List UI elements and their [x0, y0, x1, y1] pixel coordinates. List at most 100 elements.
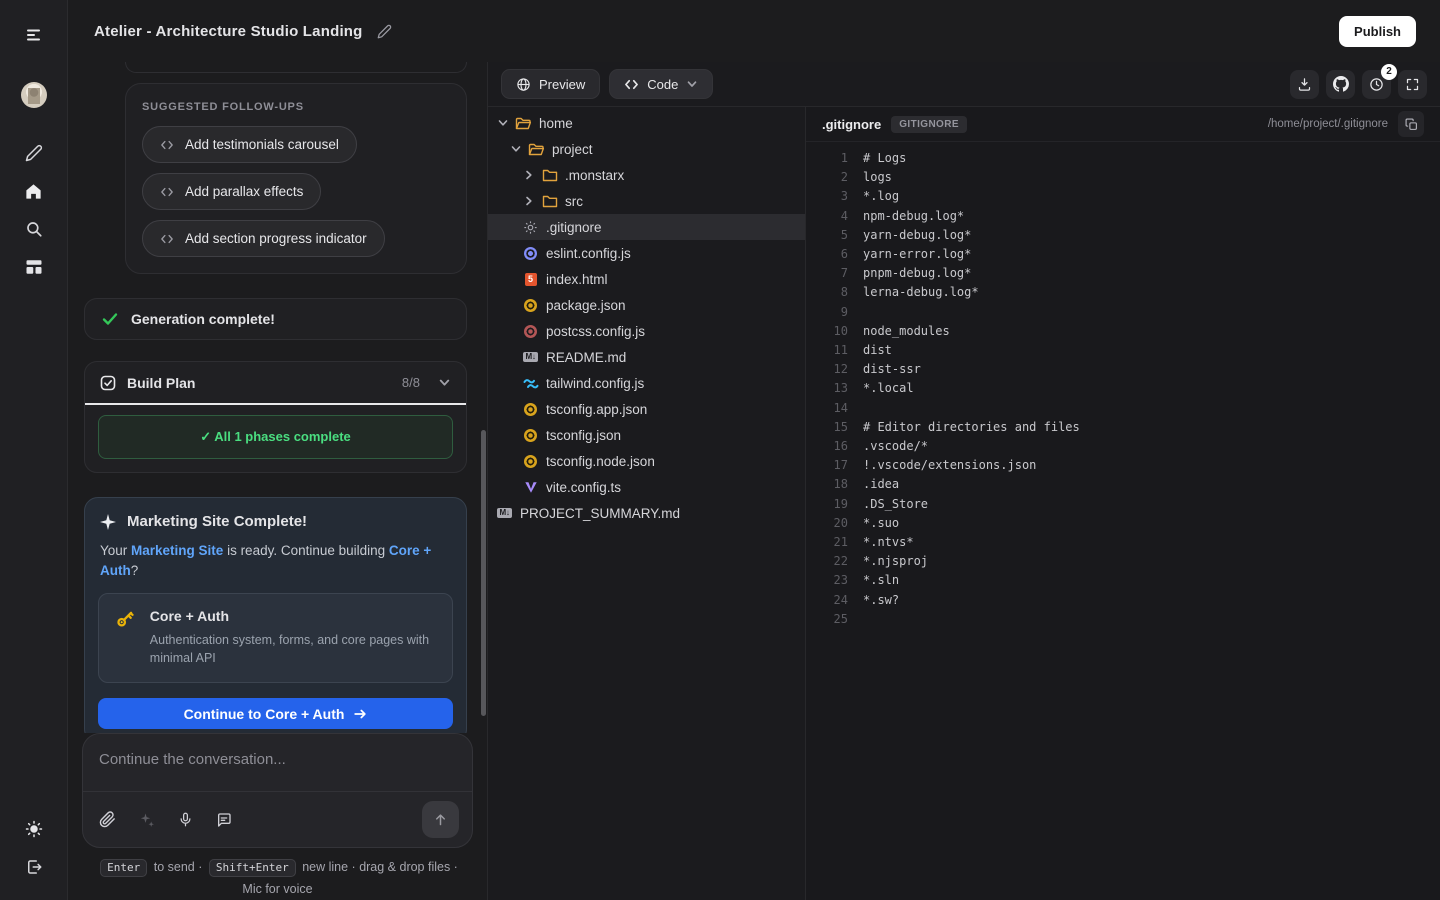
marketing-complete-title: Marketing Site Complete! [127, 513, 307, 530]
attach-file-button[interactable] [99, 811, 116, 828]
chat-scrollbar[interactable] [481, 430, 486, 716]
feedback-button[interactable] [216, 812, 232, 828]
marketing-site-link[interactable]: Marketing Site [131, 543, 223, 558]
next-phase-card[interactable]: Core + Auth Authentication system, forms… [98, 593, 453, 683]
code-line: 23*.sln [806, 571, 1440, 590]
markdown-icon: M↓ [523, 352, 537, 362]
github-button[interactable] [1326, 70, 1355, 99]
continue-phase-button[interactable]: Continue to Core + Auth [98, 698, 453, 729]
tree-item-tsconfig-json[interactable]: tsconfig.json [488, 422, 805, 448]
clock-icon [1369, 77, 1384, 92]
next-phase-description: Authentication system, forms, and core p… [150, 631, 437, 667]
workspace-toolbar: Preview Code [488, 62, 1440, 107]
rail-item-search[interactable] [14, 210, 54, 248]
line-content: node_modules [848, 322, 950, 341]
line-content: *.log [848, 187, 899, 206]
tree-item-index-html[interactable]: 5index.html [488, 266, 805, 292]
line-content [848, 303, 863, 322]
publish-button[interactable]: Publish [1339, 16, 1416, 47]
tree-item-label: project [552, 142, 593, 157]
generation-complete-text: Generation complete! [131, 311, 275, 327]
tree-item-readme-md[interactable]: M↓README.md [488, 344, 805, 370]
line-content: .vscode/* [848, 437, 928, 456]
tree-item-label: PROJECT_SUMMARY.md [520, 506, 680, 521]
tree-item-tailwind-config-js[interactable]: tailwind.config.js [488, 370, 805, 396]
code-line: 9 [806, 303, 1440, 322]
suggested-followup-label: Add section progress indicator [185, 231, 367, 246]
user-avatar[interactable] [21, 82, 47, 108]
tab-preview[interactable]: Preview [501, 69, 600, 99]
left-rail [0, 0, 68, 900]
code-line: 14 [806, 399, 1440, 418]
chat-panel: SUGGESTED FOLLOW-UPS Add testimonials ca… [68, 62, 487, 900]
rail-item-home[interactable] [14, 172, 54, 210]
tree-item-label: src [565, 194, 583, 209]
tree-item-project-summary-md[interactable]: M↓PROJECT_SUMMARY.md [488, 500, 805, 526]
check-icon [102, 311, 118, 327]
code-line: 5yarn-debug.log* [806, 226, 1440, 245]
send-button[interactable] [422, 801, 459, 838]
line-content: *.sw? [848, 591, 899, 610]
line-number: 1 [806, 149, 848, 168]
rail-item-templates[interactable] [14, 248, 54, 286]
pencil-icon [377, 24, 392, 39]
line-content: !.vscode/extensions.json [848, 456, 1036, 475]
suggested-followup-button[interactable]: Add parallax effects [142, 173, 321, 210]
build-plan-header[interactable]: Build Plan 8/8 [85, 362, 466, 403]
theme-toggle-button[interactable] [14, 810, 54, 848]
code-line: 21*.ntvs* [806, 533, 1440, 552]
chat-input[interactable] [83, 734, 472, 791]
line-number: 24 [806, 591, 848, 610]
tree-item--monstarx[interactable]: .monstarx [488, 162, 805, 188]
logout-button[interactable] [14, 848, 54, 886]
tree-item-tsconfig-node-json[interactable]: tsconfig.node.json [488, 448, 805, 474]
tree-item-vite-config-ts[interactable]: vite.config.ts [488, 474, 805, 500]
sidebar-toggle-button[interactable] [14, 16, 54, 54]
composer-toolbar [83, 791, 472, 847]
tree-item-tsconfig-app-json[interactable]: tsconfig.app.json [488, 396, 805, 422]
tree-item-postcss-config-js[interactable]: postcss.config.js [488, 318, 805, 344]
file-path: /home/project/.gitignore [1268, 118, 1388, 130]
tree-item-src[interactable]: src [488, 188, 805, 214]
code-line: 22*.njsproj [806, 552, 1440, 571]
sun-icon [25, 820, 43, 838]
layout-icon [25, 258, 43, 276]
download-button[interactable] [1290, 70, 1319, 99]
tree-item-label: package.json [546, 298, 626, 313]
enhance-prompt-button[interactable] [139, 812, 155, 828]
copy-file-button[interactable] [1398, 111, 1424, 137]
code-line: 11dist [806, 341, 1440, 360]
line-content: .idea [848, 475, 899, 494]
line-content: *.ntvs* [848, 533, 914, 552]
json-icon [524, 455, 537, 468]
tree-item-eslint-config-js[interactable]: eslint.config.js [488, 240, 805, 266]
history-button[interactable]: 2 [1362, 70, 1391, 99]
marketing-complete-body: Your Marketing Site is ready. Continue b… [98, 541, 453, 580]
line-number: 12 [806, 360, 848, 379]
phases-complete-banner: ✓ All 1 phases complete [98, 415, 453, 459]
code-icon [160, 139, 174, 151]
code-icon [160, 186, 174, 198]
edit-title-button[interactable] [377, 24, 392, 39]
continue-phase-label: Continue to Core + Auth [184, 706, 345, 722]
tree-item--gitignore[interactable]: .gitignore [488, 214, 805, 240]
line-content: dist-ssr [848, 360, 921, 379]
code-editor: .gitignore GITIGNORE /home/project/.giti… [806, 107, 1440, 900]
code-line: 3*.log [806, 187, 1440, 206]
line-number: 6 [806, 245, 848, 264]
tree-item-home[interactable]: home [488, 110, 805, 136]
folder-icon [542, 194, 558, 208]
fullscreen-button[interactable] [1398, 70, 1427, 99]
tab-code[interactable]: Code [609, 69, 713, 99]
tree-item-label: vite.config.ts [546, 480, 621, 495]
tree-item-package-json[interactable]: package.json [488, 292, 805, 318]
suggested-followup-button[interactable]: Add testimonials carousel [142, 126, 357, 163]
code-content[interactable]: 1# Logs2logs3*.log4npm-debug.log*5yarn-d… [806, 142, 1440, 900]
line-number: 2 [806, 168, 848, 187]
suggested-followup-button[interactable]: Add section progress indicator [142, 220, 385, 257]
sparkle-icon [100, 514, 116, 530]
rail-item-new-chat[interactable] [14, 134, 54, 172]
search-icon [25, 220, 43, 238]
mic-button[interactable] [178, 811, 193, 828]
tree-item-project[interactable]: project [488, 136, 805, 162]
